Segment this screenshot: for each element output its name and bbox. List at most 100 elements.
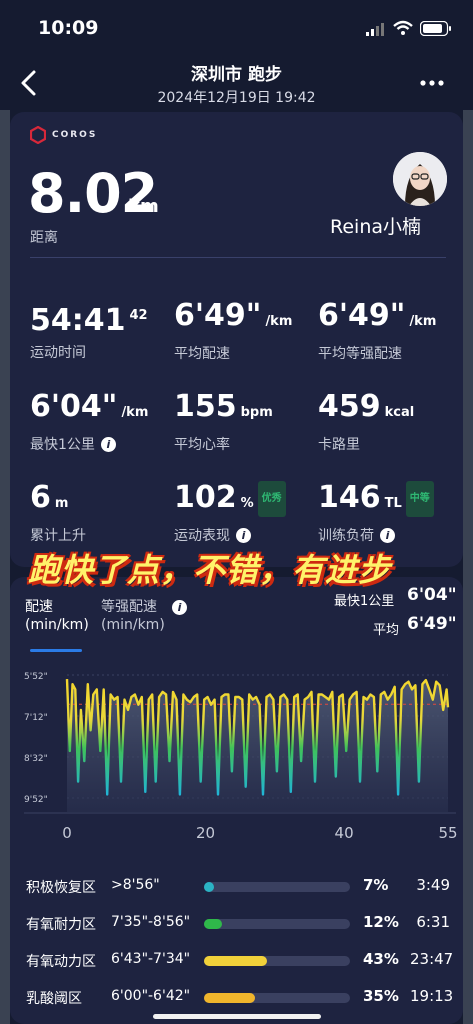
coros-logo: COROS bbox=[30, 126, 97, 144]
info-icon[interactable]: i bbox=[236, 528, 251, 543]
wifi-icon bbox=[393, 20, 413, 35]
stat-avg-heart-rate: 155 bpm 平均心率 bbox=[174, 390, 273, 454]
tab-effort-pace[interactable]: 等强配速 (min/km) bbox=[101, 598, 165, 634]
stat-unit: /km bbox=[409, 314, 437, 329]
zone-range: 7'35"-8'56" bbox=[111, 914, 191, 930]
zone-bar-fill bbox=[204, 956, 267, 966]
zone-time: 19:13 bbox=[410, 987, 454, 1005]
stat-value: 459 bbox=[318, 389, 381, 424]
x-tick-label: 20 bbox=[196, 824, 215, 842]
stat-avg-pace: 6'49"/km 平均配速 bbox=[174, 299, 292, 363]
average-pace-value: 6'49" bbox=[407, 614, 457, 634]
stat-avg-effort-pace: 6'49"/km 平均等强配速 bbox=[318, 299, 436, 363]
y-tick-label: 9'52" bbox=[24, 795, 48, 805]
stat-unit: kcal bbox=[384, 405, 415, 420]
fastest-km-label: 最快1公里 bbox=[334, 594, 395, 609]
zone-bar-fill bbox=[204, 919, 222, 929]
tab-label: 等强配速 bbox=[101, 599, 157, 615]
zone-range: 6'00"-6'42" bbox=[111, 988, 191, 1004]
more-button[interactable] bbox=[414, 74, 450, 92]
tab-unit: (min/km) bbox=[101, 617, 165, 633]
tab-label: 配速 bbox=[25, 599, 53, 615]
tab-unit: (min/km) bbox=[25, 617, 89, 633]
stat-label: 累计上升 bbox=[30, 528, 86, 544]
stat-value: 6 bbox=[30, 480, 51, 515]
caption-overlay: 跑快了点，不错，有进步 bbox=[28, 551, 392, 589]
stat-unit: /km bbox=[121, 405, 149, 420]
zone-row: 有氧动力区 6'43"-7'34" 43% 23:47 bbox=[0, 946, 473, 976]
stat-label: 运动表现 bbox=[174, 528, 230, 544]
username: Reina小楠 bbox=[330, 216, 422, 238]
x-tick-label: 0 bbox=[62, 824, 72, 842]
stat-unit: % bbox=[240, 496, 254, 511]
status-badge: 中等 bbox=[405, 481, 434, 517]
zone-bar bbox=[204, 956, 350, 966]
signal-icon bbox=[366, 23, 384, 36]
stat-value-centiseconds: 42 bbox=[129, 308, 148, 323]
fastest-km-value: 6'04" bbox=[407, 585, 457, 605]
zone-name: 乳酸阈区 bbox=[26, 991, 82, 1007]
zone-row: 积极恢复区 >8'56" 7% 3:49 bbox=[0, 872, 473, 902]
zone-row: 乳酸阈区 6'00"-6'42" 35% 19:13 bbox=[0, 983, 473, 1013]
active-tab-indicator bbox=[30, 649, 82, 652]
zone-time: 23:47 bbox=[410, 950, 454, 968]
stat-performance: 102% 优秀 运动表现 i bbox=[174, 481, 286, 545]
stat-unit: bpm bbox=[240, 405, 273, 420]
stat-calories: 459 kcal 卡路里 bbox=[318, 390, 414, 454]
y-tick-label: 5'52" bbox=[24, 672, 48, 682]
stat-unit: /km bbox=[265, 314, 293, 329]
average-pace-label: 平均 bbox=[373, 623, 400, 638]
zone-percent: 43% bbox=[363, 950, 399, 968]
zone-bar bbox=[204, 919, 350, 929]
activity-datetime: 2024年12月19日 19:42 bbox=[157, 90, 316, 106]
stat-label: 平均心率 bbox=[174, 437, 230, 453]
page-title: 深圳市 跑步 bbox=[191, 65, 282, 85]
zone-range: >8'56" bbox=[111, 877, 160, 893]
brand-name: COROS bbox=[52, 130, 98, 140]
home-indicator[interactable] bbox=[153, 1014, 321, 1019]
zone-time: 6:31 bbox=[416, 913, 450, 931]
info-icon[interactable]: i bbox=[380, 528, 395, 543]
stat-value: 54:41 bbox=[30, 303, 126, 338]
distance-unit: km bbox=[128, 196, 159, 217]
battery-icon bbox=[420, 21, 451, 36]
zone-name: 有氧动力区 bbox=[26, 954, 96, 970]
y-tick-label: 8'32" bbox=[24, 754, 48, 764]
avatar[interactable] bbox=[393, 152, 447, 206]
zone-bar bbox=[204, 993, 350, 1003]
stat-training-load: 146 TL 中等 训练负荷 i bbox=[318, 481, 434, 545]
info-icon[interactable]: i bbox=[172, 600, 187, 615]
zone-bar bbox=[204, 882, 350, 892]
x-tick-label: 55 bbox=[438, 824, 457, 842]
stat-label: 平均配速 bbox=[174, 346, 230, 362]
coros-logo-icon bbox=[30, 126, 46, 144]
zone-range: 6'43"-7'34" bbox=[111, 951, 191, 967]
stat-unit: m bbox=[54, 496, 69, 511]
y-tick-label: 7'12" bbox=[24, 713, 48, 723]
zone-bar-fill bbox=[204, 882, 215, 892]
stat-value: 6'49" bbox=[174, 298, 262, 333]
stat-elevation-gain: 6m 累计上升 bbox=[30, 481, 86, 545]
zone-bar-fill bbox=[204, 993, 256, 1003]
pace-line-chart: 5'52" 7'12" 8'32" 9'52" 0 20 40 55 bbox=[24, 672, 458, 842]
status-time: 10:09 bbox=[38, 17, 99, 39]
zone-percent: 35% bbox=[363, 987, 399, 1005]
stat-fastest-km: 6'04"/km 最快1公里 i bbox=[30, 390, 148, 454]
stat-label: 卡路里 bbox=[318, 437, 360, 453]
zone-row: 有氧耐力区 7'35"-8'56" 12% 6:31 bbox=[0, 909, 473, 939]
zone-name: 有氧耐力区 bbox=[26, 917, 96, 933]
stat-value: 146 bbox=[318, 480, 381, 515]
zone-percent: 7% bbox=[363, 876, 389, 894]
stat-value: 6'04" bbox=[30, 389, 118, 424]
tab-pace[interactable]: 配速 (min/km) bbox=[25, 598, 89, 634]
zone-name: 积极恢复区 bbox=[26, 880, 96, 896]
more-dots-icon bbox=[420, 80, 444, 86]
info-icon[interactable]: i bbox=[100, 437, 116, 452]
zone-percent: 12% bbox=[363, 913, 399, 931]
stat-label: 平均等强配速 bbox=[318, 346, 402, 362]
user-avatar-image bbox=[393, 152, 447, 206]
zone-time: 3:49 bbox=[416, 876, 450, 894]
stat-value: 155 bbox=[174, 389, 237, 424]
stat-unit: TL bbox=[384, 496, 402, 511]
divider bbox=[30, 257, 446, 258]
